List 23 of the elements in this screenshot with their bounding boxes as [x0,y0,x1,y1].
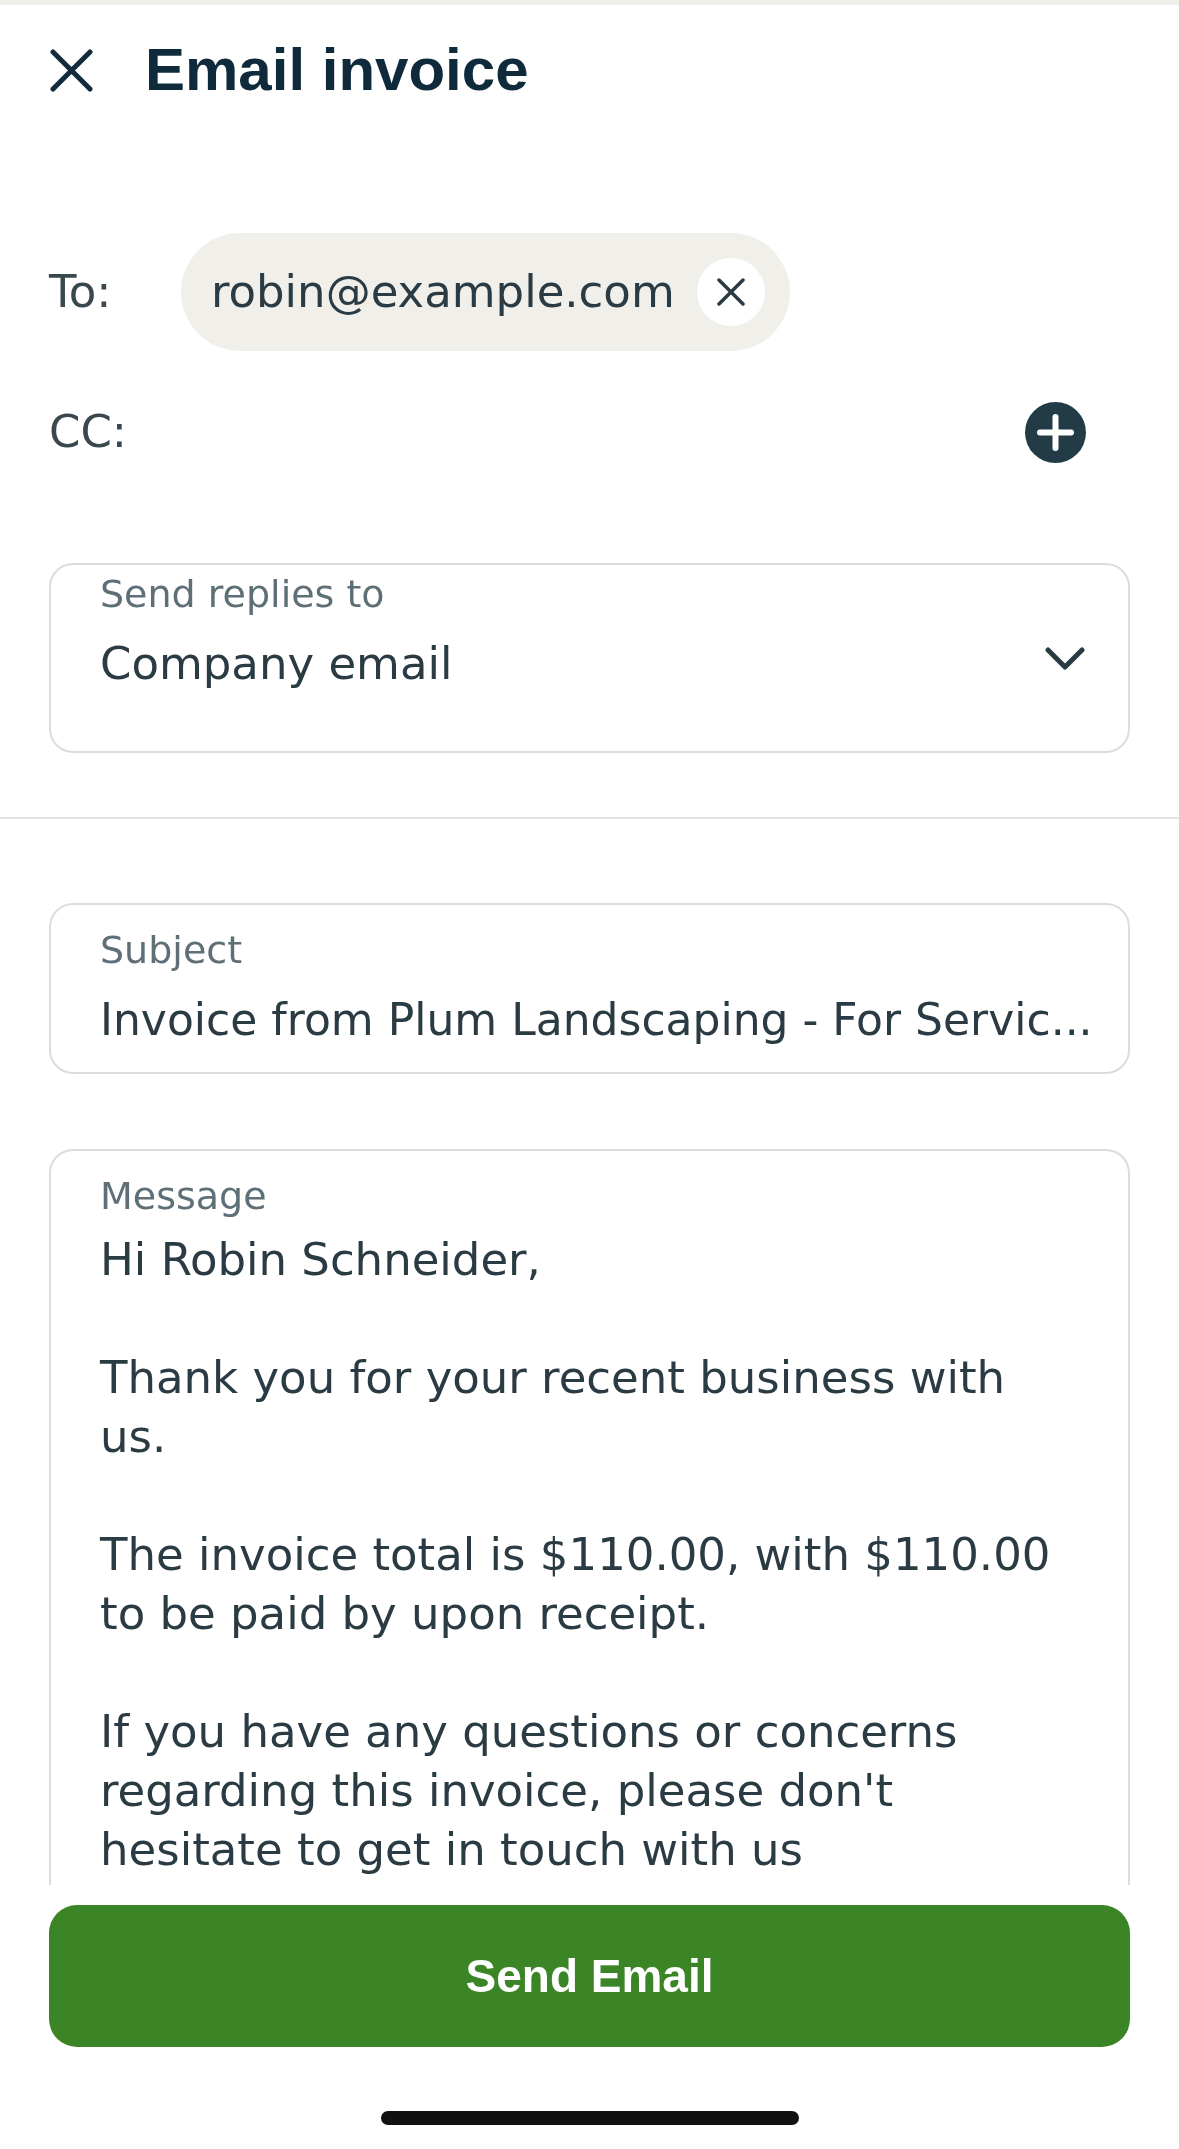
chevron-down-icon [1045,647,1085,671]
reply-to-dropdown[interactable]: Send replies to Company email [49,563,1130,753]
close-button[interactable] [50,48,93,92]
subject-value: Invoice from Plum Landscaping - For Servic... [100,993,1094,1047]
plus-icon [1025,401,1086,463]
to-label: To: [49,264,113,320]
close-icon [50,48,93,92]
field-label: Message [100,1173,268,1219]
subject-field[interactable]: Subject Invoice from Plum Landscaping - For Servic... [49,903,1130,1074]
message-paragraph: Thank you for your recent business with us. [100,1350,1007,1465]
field-label: Subject [100,927,244,973]
message-paragraph: The invoice total is $110.00, with $110.00 to be paid by upon receipt. [100,1527,1052,1642]
recipient-chip[interactable]: robin@example.com [181,233,790,351]
recipient-email: robin@example.com [211,264,675,320]
close-icon [716,278,745,306]
message-paragraph: Hi Robin Schneider, [100,1232,542,1288]
dropdown-value: Company email [100,636,453,692]
send-email-button[interactable]: Send Email [49,1905,1130,2047]
cc-label: CC: [49,404,128,460]
add-cc-button[interactable] [1025,401,1086,463]
window-title: Email invoice [145,35,529,105]
field-label: Send replies to [100,571,386,617]
message-paragraph: If you have any questions or concerns regarding this invoice, please don't hesitate to get in touch with us [100,1704,959,1878]
